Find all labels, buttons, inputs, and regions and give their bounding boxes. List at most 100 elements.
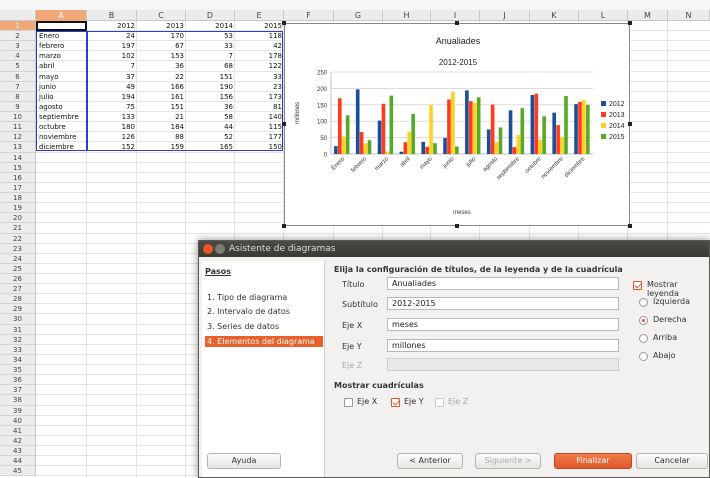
grid-x-checkbox[interactable] <box>344 398 353 407</box>
chart-handle-mr[interactable] <box>628 122 632 126</box>
legend-bottom-radio[interactable] <box>639 352 648 361</box>
chart-handle-tl[interactable] <box>282 21 286 25</box>
column-header-e[interactable]: E <box>235 10 284 21</box>
chart-handle-br[interactable] <box>628 224 632 228</box>
row-header-43[interactable]: 43 <box>0 446 36 457</box>
row-header-35[interactable]: 35 <box>0 365 36 376</box>
row-header-30[interactable]: 30 <box>0 314 36 325</box>
row-header-21[interactable]: 21 <box>0 223 36 234</box>
row-header-31[interactable]: 31 <box>0 324 36 335</box>
row-header-28[interactable]: 28 <box>0 294 36 305</box>
row-header-41[interactable]: 41 <box>0 425 36 436</box>
back-button[interactable]: < Anterior <box>397 453 463 469</box>
chart-object[interactable]: Anualiades 2012-2015 0 50 100 150 200 250 Enero f… <box>284 23 630 226</box>
column-header-b[interactable]: B <box>87 10 137 21</box>
grid-y-checkbox[interactable] <box>391 398 400 407</box>
legend-right-radio[interactable] <box>639 316 648 325</box>
row-header-37[interactable]: 37 <box>0 385 36 396</box>
chart-handle-tm[interactable] <box>455 21 459 25</box>
active-cell[interactable] <box>36 21 87 32</box>
row-header-24[interactable]: 24 <box>0 253 36 264</box>
legend-label-2012: 2012 <box>609 101 625 108</box>
legend-left-radio[interactable] <box>639 298 648 307</box>
row-header-39[interactable]: 39 <box>0 405 36 416</box>
row-header-33[interactable]: 33 <box>0 344 36 355</box>
cell-header-e1[interactable]: 2015 <box>235 21 284 31</box>
cell-header-b1[interactable]: 2012 <box>87 21 137 31</box>
cell-header-d1[interactable]: 2014 <box>186 21 235 31</box>
cancel-button[interactable]: Cancelar <box>636 453 708 469</box>
row-header-20[interactable]: 20 <box>0 213 36 224</box>
finish-button[interactable]: Finalizar <box>554 453 632 469</box>
x-tick-label: mayo <box>419 156 434 171</box>
row-header-32[interactable]: 32 <box>0 334 36 345</box>
close-icon[interactable] <box>203 244 213 254</box>
row-header-15[interactable]: 15 <box>0 162 36 173</box>
row-header-42[interactable]: 42 <box>0 435 36 447</box>
row-header-12[interactable]: 12 <box>0 132 36 143</box>
chart-handle-bl[interactable] <box>282 224 286 228</box>
row-header-34[interactable]: 34 <box>0 354 36 366</box>
row-header-9[interactable]: 9 <box>0 101 36 113</box>
row-header-36[interactable]: 36 <box>0 375 36 386</box>
column-header-g[interactable]: G <box>334 10 383 21</box>
step-series[interactable]: 3. Series de datos <box>205 321 323 332</box>
row-header-8[interactable]: 8 <box>0 91 36 102</box>
row-header-1[interactable]: 1 <box>0 21 36 32</box>
row-header-19[interactable]: 19 <box>0 203 36 214</box>
row-header-44[interactable]: 44 <box>0 456 36 467</box>
cell-header-c1[interactable]: 2013 <box>137 21 186 31</box>
column-header-d[interactable]: D <box>186 10 235 21</box>
row-header-3[interactable]: 3 <box>0 41 36 52</box>
row-header-11[interactable]: 11 <box>0 122 36 133</box>
row-header-16[interactable]: 16 <box>0 172 36 183</box>
ejey-input[interactable]: millones <box>387 339 619 352</box>
row-header-25[interactable]: 25 <box>0 263 36 274</box>
data-range-labels <box>36 31 87 151</box>
chart-handle-tr[interactable] <box>628 21 632 25</box>
row-header-5[interactable]: 5 <box>0 61 36 72</box>
minimize-icon[interactable] <box>215 244 225 254</box>
row-header-18[interactable]: 18 <box>0 193 36 204</box>
column-header-k[interactable]: K <box>530 10 579 21</box>
column-header-j[interactable]: J <box>480 10 530 21</box>
row-header-22[interactable]: 22 <box>0 233 36 244</box>
row-header-6[interactable]: 6 <box>0 71 36 82</box>
step-elementos[interactable]: 4. Elementos del diagrama <box>205 336 323 347</box>
column-header-n[interactable]: N <box>668 10 710 21</box>
row-header-23[interactable]: 23 <box>0 243 36 254</box>
help-button[interactable]: Ayuda <box>207 453 281 469</box>
row-header-7[interactable]: 7 <box>0 81 36 92</box>
chart-handle-bm[interactable] <box>455 224 459 228</box>
column-header-f[interactable]: F <box>284 10 334 21</box>
chart-handle-ml[interactable] <box>282 122 286 126</box>
legend-top-radio[interactable] <box>639 334 648 343</box>
column-header-c[interactable]: C <box>137 10 186 21</box>
row-header-2[interactable]: 2 <box>0 31 36 42</box>
ejex-input[interactable]: meses <box>387 318 619 331</box>
subtitulo-input[interactable]: 2012-2015 <box>387 297 619 310</box>
row-header-29[interactable]: 29 <box>0 304 36 315</box>
column-header-h[interactable]: H <box>383 10 431 21</box>
column-header-l[interactable]: L <box>579 10 628 21</box>
row-header-26[interactable]: 26 <box>0 274 36 285</box>
row-header-17[interactable]: 17 <box>0 182 36 194</box>
next-button[interactable]: Siguiente > <box>475 453 541 469</box>
column-header-a[interactable]: A <box>36 10 87 21</box>
row-header-27[interactable]: 27 <box>0 284 36 295</box>
row-header-10[interactable]: 10 <box>0 112 36 123</box>
show-legend-checkbox[interactable] <box>633 281 642 290</box>
row-header-4[interactable]: 4 <box>0 51 36 62</box>
row-header-38[interactable]: 38 <box>0 395 36 406</box>
titulo-input[interactable]: Anualiades <box>387 277 619 290</box>
step-intervalo[interactable]: 2. Intervalo de datos <box>205 306 323 317</box>
row-header-14[interactable]: 14 <box>0 152 36 163</box>
select-all-corner[interactable] <box>0 10 36 21</box>
column-header-i[interactable]: I <box>431 10 480 21</box>
step-tipo[interactable]: 1. Tipo de diagrama <box>205 292 323 303</box>
row-header-13[interactable]: 13 <box>0 142 36 153</box>
row-header-45[interactable]: 45 <box>0 466 36 477</box>
column-header-m[interactable]: M <box>628 10 668 21</box>
row-header-40[interactable]: 40 <box>0 415 36 426</box>
bar-2014-septiembre <box>516 134 521 154</box>
